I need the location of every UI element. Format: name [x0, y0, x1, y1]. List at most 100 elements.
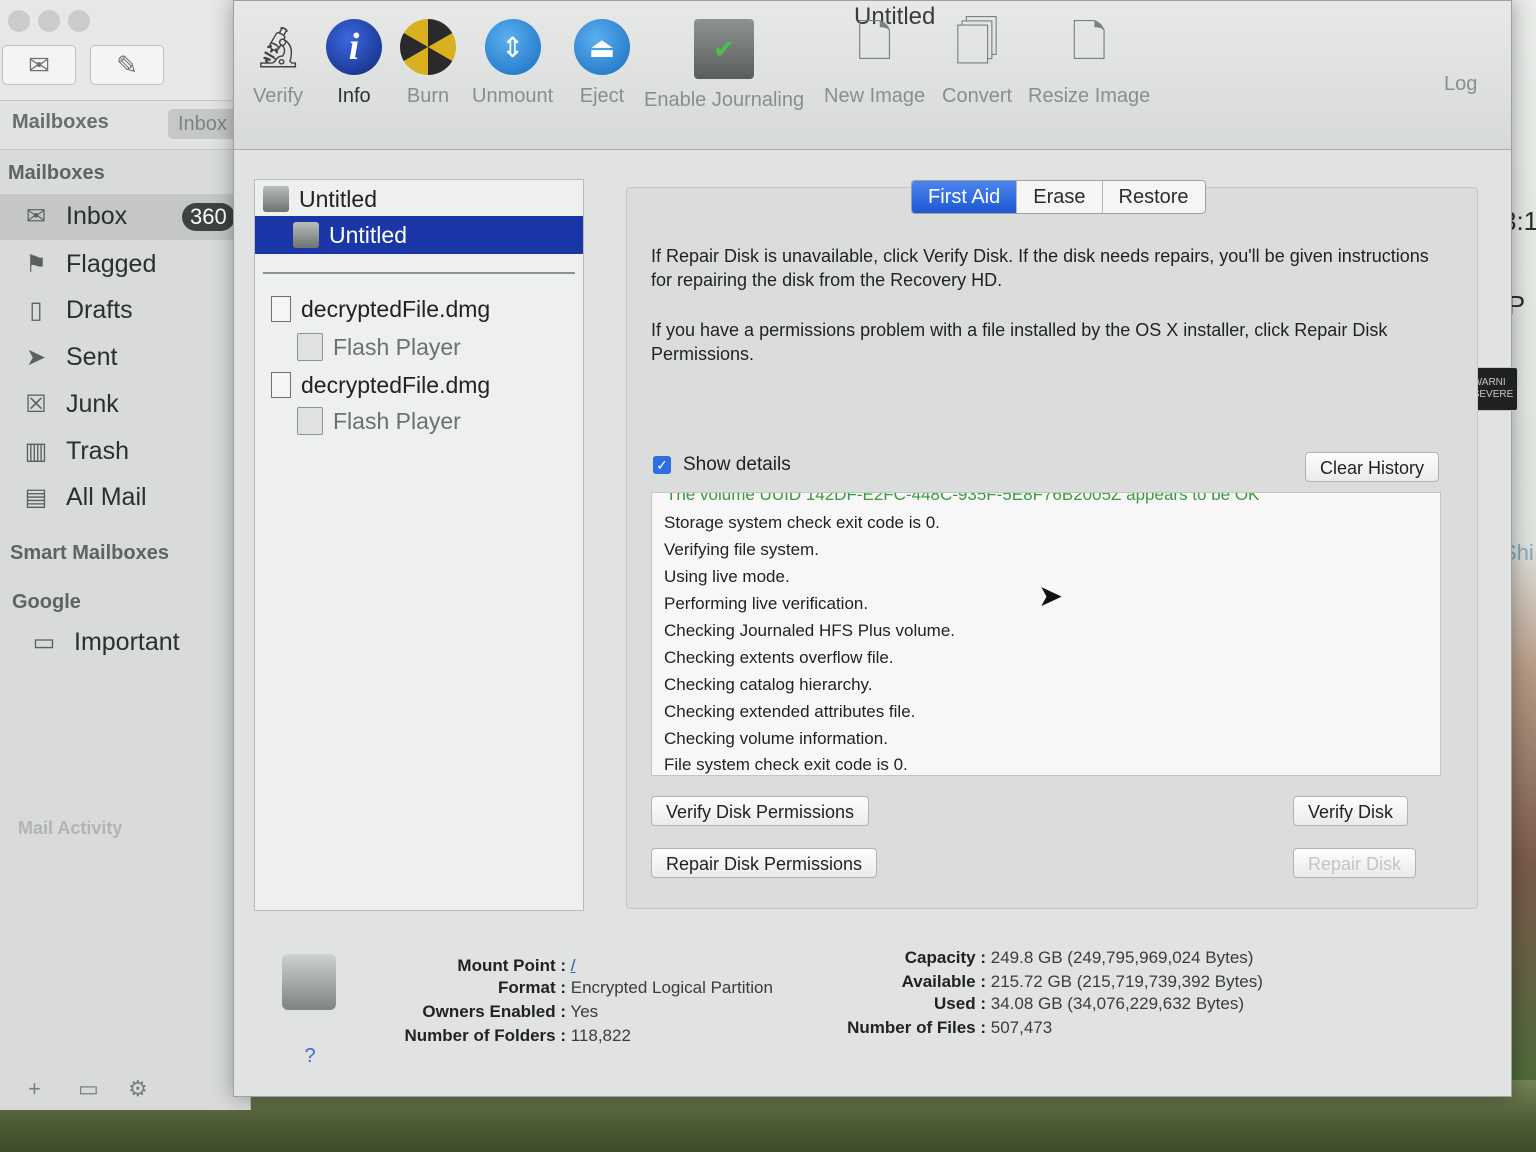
info-number-of-folders: Number of Folders : 118,822: [366, 1026, 631, 1046]
compose-icon: ✎: [116, 49, 138, 80]
mailbox-drafts[interactable]: ▯ Drafts: [20, 296, 133, 325]
google-header: Google: [12, 591, 81, 613]
tool-label: Enable Journaling: [644, 89, 805, 111]
tab-first-aid[interactable]: First Aid: [912, 181, 1018, 213]
folder-icon: ▭: [32, 628, 56, 656]
tool-label: Burn: [406, 85, 450, 107]
gear-icon[interactable]: ⚙: [128, 1076, 148, 1102]
burn-icon: [400, 19, 456, 75]
instructions-text: If Repair Disk is unavailable, click Ver…: [651, 246, 1429, 290]
volume-item[interactable]: Flash Player: [255, 328, 583, 366]
mailbox-inbox[interactable]: ✉ Inbox: [20, 202, 127, 231]
log-line: Checking extents overflow file.: [664, 648, 894, 667]
info-available: Available : 215.72 GB (215,719,739,392 B…: [814, 972, 1263, 992]
mailboxes-toggle[interactable]: Mailboxes: [12, 111, 109, 134]
unmount-tool[interactable]: ⇕ Unmount: [472, 19, 553, 108]
volume-icon: [297, 407, 323, 435]
tool-label: Resize Image: [1028, 85, 1151, 107]
get-mail-button[interactable]: ✉: [2, 45, 76, 85]
volume-icon: [293, 222, 319, 248]
mailbox-junk[interactable]: ☒ Junk: [20, 390, 119, 419]
mailbox-all-mail[interactable]: ▤ All Mail: [20, 483, 147, 512]
info-key: Capacity :: [904, 948, 986, 967]
convert-tool[interactable]: 🗍︎ Convert: [942, 18, 1012, 108]
verify-tool[interactable]: 🔬︎ Verify: [250, 19, 306, 108]
mailbox-trash[interactable]: ▥ Trash: [20, 437, 129, 466]
log-line: Storage system check exit code is 0.: [664, 513, 940, 532]
new-image-icon: 🗋︎: [856, 17, 893, 67]
clear-history-button[interactable]: Clear History: [1305, 452, 1440, 482]
toolbar: Untitled 🔬︎ Verify i Info Burn ⇕ Unmount…: [234, 1, 1518, 411]
show-hide-icon[interactable]: ▭: [78, 1076, 99, 1102]
mailbox-label: Drafts: [66, 296, 133, 324]
new-image-tool[interactable]: 🗋︎ New Image: [824, 17, 925, 108]
mailbox-sent[interactable]: ➤ Sent: [20, 343, 118, 372]
mouse-cursor: ➤: [1038, 580, 1064, 613]
disk-label: Untitled: [299, 185, 377, 212]
details-log[interactable]: The volume UUID 142DF-E2FC-448C-935F-5E8…: [651, 492, 1441, 776]
log-line: Performing live verification.: [664, 594, 869, 613]
inbox-icon: ✉: [25, 202, 47, 230]
mailbox-label: Trash: [66, 437, 129, 465]
info-format: Format : Encrypted Logical Partition: [366, 978, 773, 998]
microscope-icon: 🔬︎: [252, 25, 304, 70]
info-value: 215.72 GB (215,719,739,392 Bytes): [990, 972, 1263, 991]
verify-disk-button[interactable]: Verify Disk: [1293, 796, 1409, 826]
mailbox-important[interactable]: ▭ Important: [28, 628, 180, 657]
volume-label: Flash Player: [333, 407, 461, 434]
info-capacity: Capacity : 249.8 GB (249,795,969,024 Byt…: [814, 948, 1254, 968]
minimize-button[interactable]: [38, 10, 60, 32]
tab-erase[interactable]: Erase: [1017, 181, 1103, 213]
disk-item[interactable]: Untitled: [255, 180, 583, 218]
log-line-partial: The volume UUID 142DF-E2FC-448C-935F-5E8…: [666, 492, 1260, 504]
disk-image-label: decryptedFile.dmg: [301, 295, 491, 322]
disk-image-item[interactable]: decryptedFile.dmg: [255, 366, 583, 404]
disk-image-item[interactable]: decryptedFile.dmg: [255, 290, 583, 328]
close-button[interactable]: [8, 10, 30, 32]
tool-label: Verify: [252, 85, 304, 107]
mailbox-label: Inbox: [66, 202, 128, 230]
log-line: Checking catalog hierarchy.: [664, 675, 873, 694]
verify-disk-permissions-button[interactable]: Verify Disk Permissions: [651, 796, 870, 826]
zoom-button[interactable]: [68, 10, 90, 32]
hard-disk-icon: [263, 186, 289, 212]
resize-image-tool[interactable]: 🗋︎ Resize Image: [1028, 17, 1151, 108]
mail-activity-label: Mail Activity: [18, 818, 123, 838]
compose-button[interactable]: ✎: [90, 45, 164, 85]
mail-bottom-bar: + ▭ ⚙: [0, 1072, 250, 1110]
info-tool[interactable]: i Info: [326, 19, 382, 108]
info-key: Number of Files :: [847, 1018, 986, 1037]
info-value[interactable]: /: [571, 956, 576, 975]
info-value: 118,822: [570, 1026, 631, 1045]
tab-restore[interactable]: Restore: [1102, 181, 1205, 213]
archive-icon: ▤: [24, 483, 48, 511]
favorites-bar: Mailboxes Inbox: [0, 100, 250, 150]
checkbox-label: Show details: [683, 454, 791, 475]
eject-tool[interactable]: ⏏ Eject: [574, 19, 630, 108]
mailbox-flagged[interactable]: ⚑ Flagged: [20, 250, 156, 279]
add-mailbox-icon[interactable]: +: [28, 1076, 41, 1102]
burn-tool[interactable]: Burn: [400, 19, 456, 108]
show-details-checkbox[interactable]: ✓ Show details: [653, 454, 791, 476]
disk-list: Untitled Untitled decryptedFile.dmg Flas…: [254, 179, 584, 911]
disk-image-icon: [271, 296, 291, 322]
repair-disk-permissions-button[interactable]: Repair Disk Permissions: [651, 848, 878, 878]
enable-journaling-tool[interactable]: ✔ Enable Journaling: [644, 19, 804, 112]
journaling-icon: ✔: [694, 19, 755, 79]
volume-info: ? Mount Point : / Format : Encrypted Log…: [234, 926, 1511, 1086]
repair-disk-button[interactable]: Repair Disk: [1293, 848, 1417, 878]
info-key: Format :: [498, 978, 566, 997]
sent-icon: ➤: [25, 343, 47, 371]
envelope-icon: ✉: [28, 49, 50, 80]
log-line: File system check exit code is 0.: [664, 755, 908, 774]
junk-icon: ☒: [25, 390, 47, 418]
resize-image-icon: 🗋︎: [1071, 17, 1107, 67]
list-divider: [263, 272, 575, 274]
volume-item[interactable]: Flash Player: [255, 402, 583, 440]
volume-item-selected[interactable]: Untitled: [255, 216, 583, 254]
tool-label: Eject: [579, 85, 625, 107]
eject-icon: ⏏: [574, 19, 630, 75]
log-tool[interactable]: WARNI SEVERE Log: [1444, 63, 1518, 411]
help-icon[interactable]: ?: [298, 1044, 322, 1068]
smart-mailboxes-header: Smart Mailboxes: [10, 542, 169, 564]
